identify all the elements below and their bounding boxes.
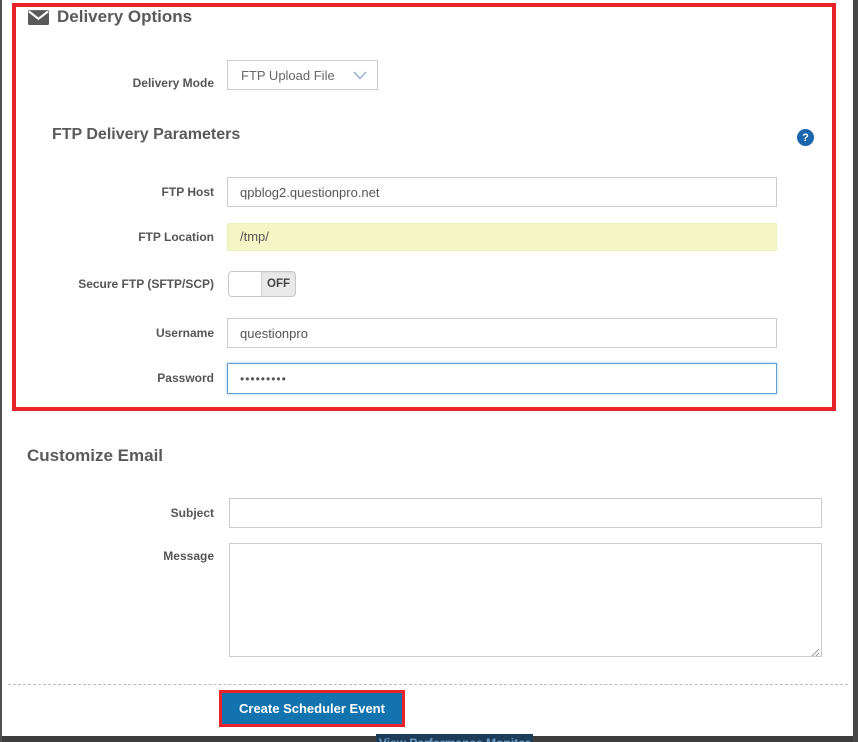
subject-label: Subject xyxy=(170,506,214,520)
ftp-host-input[interactable] xyxy=(227,177,777,207)
password-label: Password xyxy=(157,371,214,385)
delivery-mode-label: Delivery Mode xyxy=(132,76,214,90)
ftp-location-label: FTP Location xyxy=(138,230,214,244)
page-right-border xyxy=(853,0,858,742)
customize-email-header: Customize Email xyxy=(27,446,164,465)
ftp-location-input[interactable]: /tmp/ xyxy=(227,223,777,251)
page-left-border xyxy=(0,0,2,742)
scheduler-form-page: Delivery Options Delivery Mode FTP Uploa… xyxy=(0,0,858,742)
message-textarea[interactable] xyxy=(229,543,822,657)
subject-input[interactable] xyxy=(229,498,822,528)
username-label: Username xyxy=(155,326,214,340)
delivery-options-header: Delivery Options xyxy=(28,7,192,27)
ftp-parameters-header: FTP Delivery Parameters xyxy=(52,126,241,143)
password-input[interactable] xyxy=(227,363,777,394)
username-input[interactable] xyxy=(227,318,777,348)
delivery-options-title: Delivery Options xyxy=(57,7,193,26)
secure-ftp-label: Secure FTP (SFTP/SCP) xyxy=(78,277,214,291)
dashed-divider xyxy=(8,684,848,685)
chevron-down-icon xyxy=(353,70,367,80)
annotation-highlight-create-button: Create Scheduler Event xyxy=(219,690,405,727)
delivery-mode-select[interactable]: FTP Upload File xyxy=(227,60,378,90)
annotation-highlight-delivery-options xyxy=(12,3,836,411)
envelope-icon xyxy=(28,9,49,25)
message-label: Message xyxy=(163,549,214,563)
toggle-knob xyxy=(229,272,262,296)
secure-ftp-toggle-state: OFF xyxy=(267,278,290,290)
ftp-host-label: FTP Host xyxy=(161,185,214,199)
delivery-mode-selected-value: FTP Upload File xyxy=(241,67,335,83)
help-icon[interactable]: ? xyxy=(797,129,814,146)
resize-handle-icon[interactable] xyxy=(810,644,820,657)
secure-ftp-toggle[interactable]: OFF xyxy=(228,271,296,297)
view-performance-monitor-button[interactable]: View Performance Monitor xyxy=(376,734,533,742)
create-scheduler-event-button[interactable]: Create Scheduler Event xyxy=(222,693,402,724)
